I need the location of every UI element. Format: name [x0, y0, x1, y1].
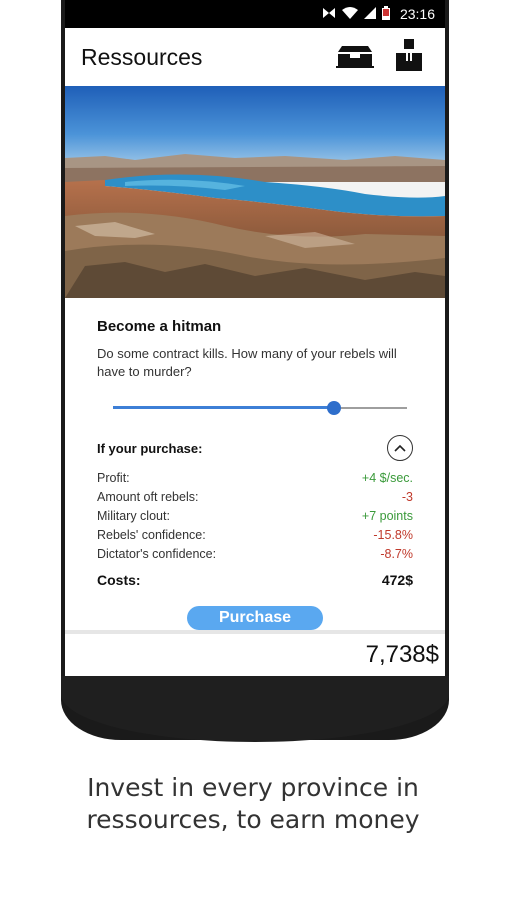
- card-title: Become a hitman: [97, 318, 222, 335]
- wifi-icon: [341, 6, 358, 22]
- stat-value: -8.7%: [380, 547, 413, 561]
- costs-value: 472$: [381, 572, 413, 588]
- card-description: Do some contract kills. How many of your…: [97, 346, 397, 379]
- page-title: Ressources: [81, 43, 203, 70]
- stat-row: Amount oft rebels: -3: [97, 488, 413, 507]
- stat-label: Rebels' confidence:: [97, 528, 206, 542]
- money-bar: 7,738$: [65, 634, 445, 676]
- collapse-button[interactable]: [387, 435, 413, 461]
- buildings-icon: [336, 42, 374, 73]
- chevron-up-icon: [394, 439, 406, 457]
- buildings-button[interactable]: [335, 37, 375, 77]
- stat-label: Dictator's confidence:: [97, 547, 217, 561]
- status-bar: 23:16: [65, 0, 445, 28]
- app-screen: 23:16 Ressources Become a hitman Do some…: [65, 0, 445, 676]
- costs-label: Costs:: [97, 572, 141, 588]
- stat-label: Military clout:: [97, 509, 170, 523]
- stat-row: Rebels' confidence: -15.8%: [97, 526, 413, 545]
- nfc-icon: [322, 7, 336, 22]
- money-balance: 7,738$: [365, 641, 439, 668]
- purchase-header: If your purchase:: [97, 435, 413, 461]
- profile-button[interactable]: [389, 37, 429, 77]
- caption-line-1: Invest in every province in: [87, 773, 419, 802]
- signal-icon: [363, 6, 376, 22]
- hero-image: [65, 86, 445, 298]
- stats-list: Profit: +4 $/sec. Amount oft rebels: -3 …: [97, 469, 413, 564]
- costs-row: Costs: 472$: [97, 572, 413, 588]
- stat-row: Dictator's confidence: -8.7%: [97, 545, 413, 564]
- promo-caption: Invest in every province in ressources, …: [0, 772, 506, 836]
- stat-value: +4 $/sec.: [361, 471, 413, 485]
- purchase-button[interactable]: Purchase: [187, 606, 323, 630]
- stat-row: Military clout: +7 points: [97, 507, 413, 526]
- person-icon: [394, 38, 424, 76]
- stat-row: Profit: +4 $/sec.: [97, 469, 413, 488]
- stat-label: Profit:: [97, 471, 130, 485]
- resource-card: Become a hitman Do some contract kills. …: [65, 298, 445, 630]
- stat-value: -3: [401, 490, 413, 504]
- stat-value: -15.8%: [373, 528, 413, 542]
- app-bar: Ressources: [65, 28, 445, 86]
- purchase-header-label: If your purchase:: [97, 440, 203, 456]
- stat-value: +7 points: [361, 509, 413, 523]
- slider-thumb[interactable]: [326, 401, 341, 415]
- battery-icon: [381, 5, 390, 23]
- landscape-image: [65, 86, 445, 298]
- stat-label: Amount oft rebels:: [97, 490, 199, 504]
- status-time: 23:16: [399, 6, 435, 22]
- rebels-slider[interactable]: [113, 397, 407, 419]
- caption-line-2: ressources, to earn money: [86, 805, 420, 834]
- slider-fill: [113, 406, 334, 409]
